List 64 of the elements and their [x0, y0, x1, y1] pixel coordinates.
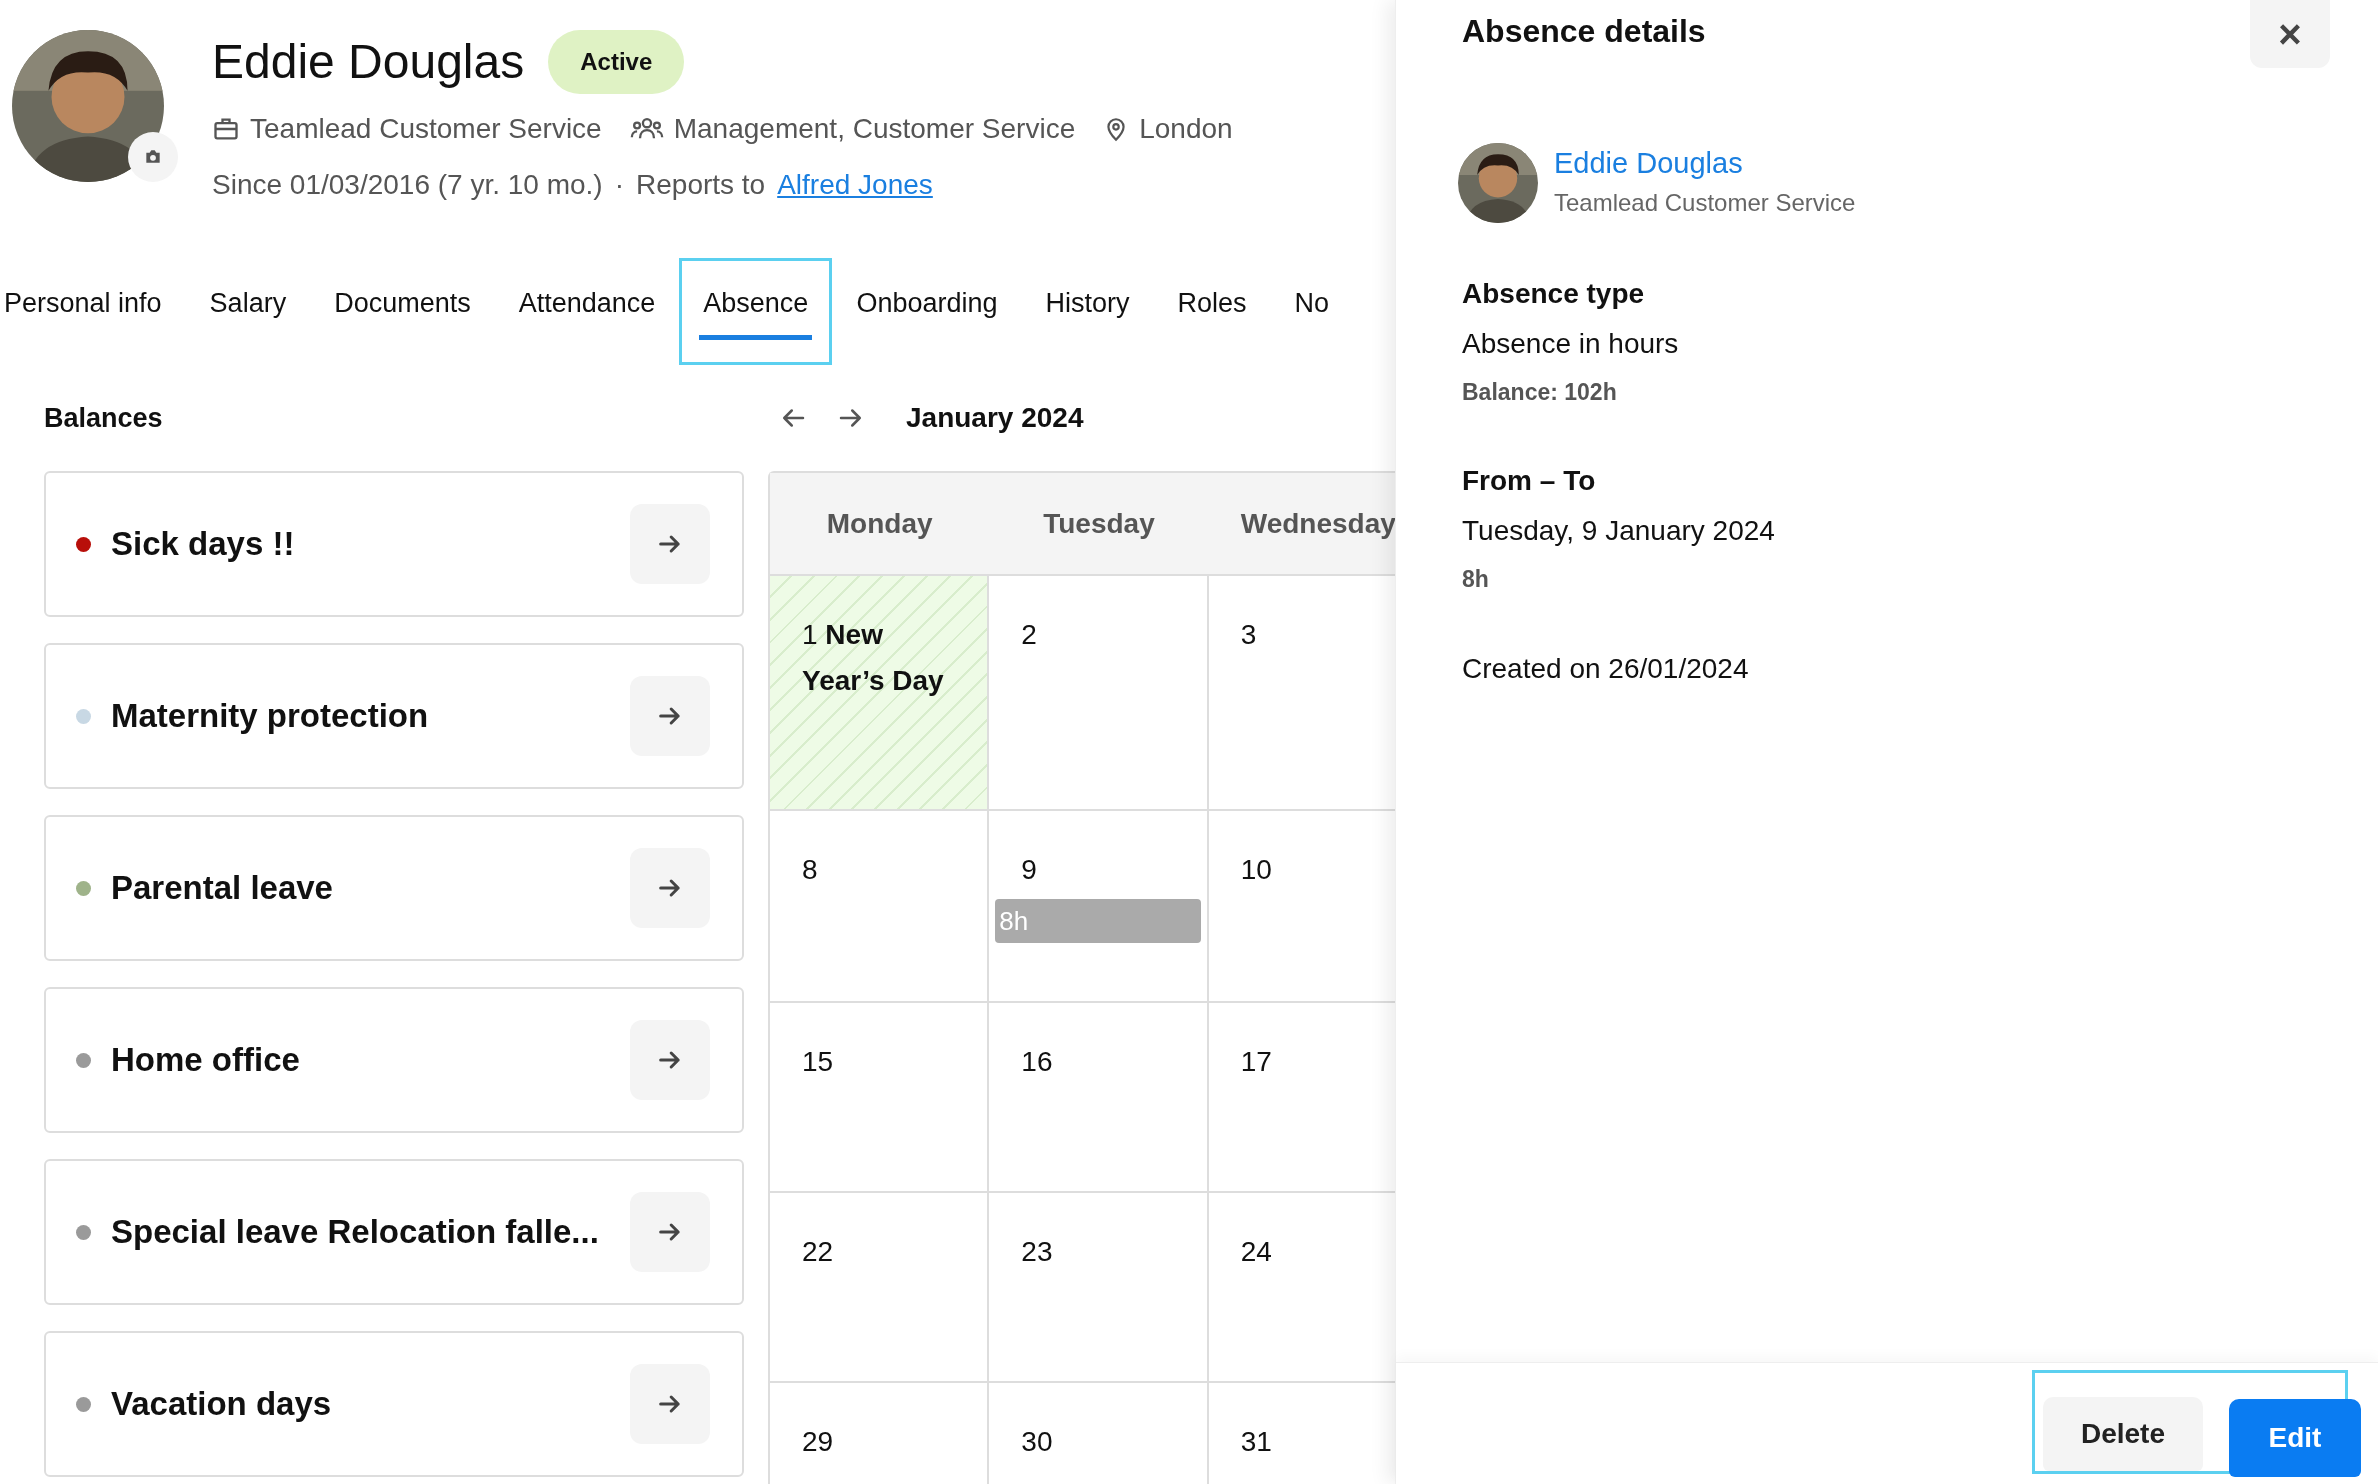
- field-value: Absence in hours: [1462, 327, 1680, 361]
- weekday-header: Tuesday: [1043, 506, 1155, 541]
- field-label: Absence type: [1462, 277, 1646, 311]
- day-number: 16: [1021, 1045, 1054, 1079]
- tab[interactable]: Onboarding: [832, 258, 1022, 365]
- day-number: 2: [1021, 618, 1038, 652]
- field-note: Balance: 102h: [1462, 378, 1618, 407]
- created-date: Created on 26/01/2024: [1462, 652, 1750, 686]
- section-heading: Balances: [44, 402, 164, 435]
- day-number: 9: [1021, 853, 1038, 887]
- day-number: 22: [802, 1235, 835, 1269]
- delete-button[interactable]: Delete: [2043, 1397, 2203, 1471]
- weekday-header: Wednesday: [1240, 506, 1395, 541]
- day-number: 24: [1240, 1235, 1273, 1269]
- balance-name: Vacation days: [111, 1384, 332, 1425]
- employee-position: Teamlead Customer Service: [1554, 188, 1856, 218]
- open-button[interactable]: [630, 1192, 710, 1272]
- balance-name: Maternity protection: [111, 696, 429, 737]
- manager-link[interactable]: Alfred Jones: [777, 164, 933, 206]
- tab[interactable]: Absence: [679, 258, 833, 365]
- day-number: 10: [1240, 853, 1273, 887]
- day-number: 17: [1240, 1045, 1273, 1079]
- tab[interactable]: Attendance: [494, 258, 680, 365]
- panel-title: Absence details: [1462, 12, 1706, 50]
- open-button[interactable]: [630, 676, 710, 756]
- holiday-label: 1 New Year’s Day: [802, 618, 945, 698]
- day-number: 30: [1021, 1425, 1054, 1459]
- balance-name: Home office: [111, 1040, 300, 1081]
- close-button[interactable]: ×: [2250, 0, 2330, 68]
- open-button[interactable]: [630, 504, 710, 584]
- field-note: 8h: [1462, 564, 1490, 594]
- day-number: 3: [1240, 618, 1258, 652]
- balance-name: Sick days !!: [111, 524, 295, 565]
- status-badge: Active: [548, 30, 685, 94]
- field-label: From – To: [1462, 463, 1597, 498]
- separator-dot: ·: [614, 168, 624, 202]
- day-number: 15: [802, 1045, 835, 1079]
- month-title: January 2024: [906, 401, 1084, 435]
- tenure-text: Since 01/03/2016 (7 yr. 10 mo.): [212, 168, 603, 202]
- camera-button[interactable]: [128, 132, 178, 182]
- employee-link[interactable]: Eddie Douglas: [1554, 145, 1856, 181]
- tab[interactable]: Documents: [310, 258, 495, 365]
- tab[interactable]: History: [1021, 258, 1154, 365]
- tab[interactable]: No: [1270, 258, 1354, 365]
- balance-name: Special leave Relocation falle...: [111, 1212, 599, 1253]
- day-number: 23: [1021, 1235, 1054, 1269]
- tab[interactable]: Roles: [1153, 258, 1271, 365]
- balance-name: Parental leave: [111, 868, 333, 909]
- day-number: 8: [802, 853, 819, 887]
- employee-name: Eddie Douglas: [212, 34, 525, 90]
- position-text: Teamlead Customer Service: [250, 112, 602, 146]
- open-button[interactable]: [630, 848, 710, 928]
- open-button[interactable]: [630, 1364, 710, 1444]
- field-value: Tuesday, 9 January 2024: [1462, 513, 1776, 548]
- open-button[interactable]: [630, 1020, 710, 1100]
- day-number: 31: [1240, 1425, 1273, 1459]
- tab[interactable]: Salary: [185, 258, 311, 365]
- weekday-header: Monday: [826, 506, 933, 541]
- department-text: Management, Customer Service: [673, 112, 1076, 146]
- tab[interactable]: Personal info: [0, 258, 186, 365]
- location-text: London: [1139, 112, 1233, 146]
- day-number: 29: [802, 1425, 835, 1459]
- reports-to-label: Reports to: [636, 168, 766, 202]
- edit-button[interactable]: Edit: [2229, 1399, 2361, 1477]
